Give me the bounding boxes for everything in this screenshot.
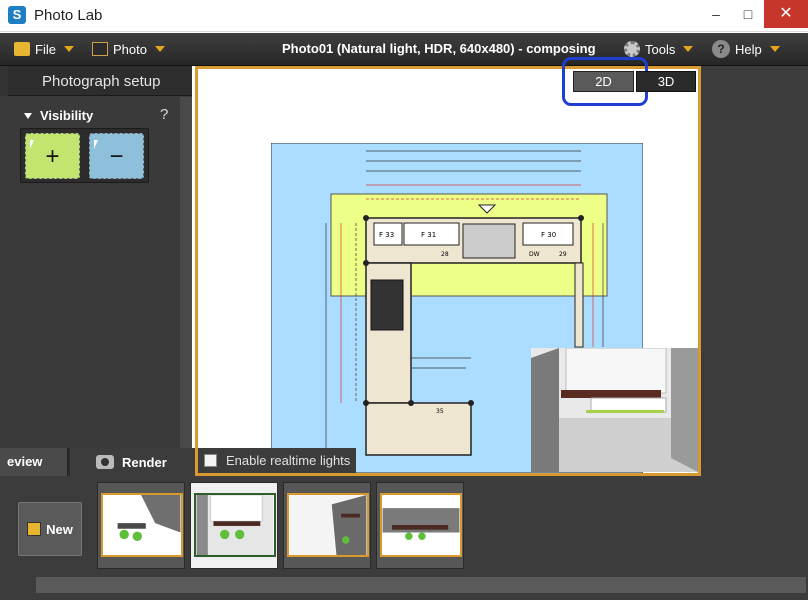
cursor-icon (30, 140, 34, 149)
help-icon: ? (712, 40, 730, 58)
render-label: Render (122, 454, 167, 470)
plus-label: + (45, 143, 60, 170)
view-3d-button[interactable]: 3D (636, 71, 696, 92)
app-title: Photo Lab (34, 7, 103, 24)
dropdown-arrow-icon (769, 46, 780, 52)
thumbnail-image (380, 493, 462, 557)
new-photo-button[interactable]: New (18, 502, 82, 556)
folder-icon (14, 42, 30, 56)
visibility-tools: + − (20, 128, 149, 183)
photo-strip-scrollbar[interactable] (36, 577, 806, 593)
bottom-counter (365, 402, 472, 456)
photo-thumbnail-3[interactable] (283, 482, 371, 569)
view-2d-button[interactable]: 2D (573, 71, 634, 92)
thumbnail-image (101, 493, 183, 557)
panel-title: Photograph setup (42, 73, 161, 90)
visibility-label: Visibility (40, 108, 94, 123)
label-29: 29 (559, 251, 567, 258)
close-button[interactable]: ✕ (764, 0, 808, 28)
left-panel-scrollbar[interactable] (180, 97, 192, 448)
realtime-lights-label: Enable realtime lights (226, 453, 351, 468)
realtime-lights-toggle[interactable]: Enable realtime lights (198, 448, 356, 473)
photo-menu[interactable]: Photo (92, 33, 165, 65)
collapse-triangle-icon (24, 112, 32, 119)
tab-render[interactable]: Render (70, 448, 196, 476)
film-icon (92, 42, 108, 56)
show-button[interactable]: + (25, 133, 80, 179)
new-label: New (46, 521, 73, 537)
dropdown-arrow-icon (63, 46, 74, 52)
minimize-button[interactable]: – (700, 0, 732, 28)
right-wall (574, 262, 584, 348)
help-menu-label: Help (735, 41, 762, 57)
left-tab-bar: eview Render (0, 448, 196, 476)
thumbnail-image (194, 493, 276, 557)
photo-thumbnail-1[interactable] (97, 482, 185, 569)
visibility-help-icon[interactable]: ? (160, 106, 168, 123)
cursor-icon (94, 140, 98, 149)
label-f33: F 33 (379, 231, 394, 239)
label-f30: F 30 (541, 231, 556, 239)
label-28: 28 (441, 251, 449, 258)
tools-menu-label: Tools (645, 41, 676, 57)
visibility-header[interactable]: Visibility (24, 108, 93, 123)
tab-preview[interactable]: eview (0, 448, 68, 476)
realtime-lights-checkbox[interactable] (204, 454, 217, 467)
label-dw: DW (529, 251, 540, 258)
panel-edge (0, 66, 8, 96)
left-panel: Photograph setup Visibility ? + − (0, 66, 192, 476)
camera-icon (96, 455, 114, 469)
document-title: Photo01 (Natural light, HDR, 640x480) - … (282, 41, 596, 56)
file-menu-label: File (35, 41, 56, 57)
title-bar: S Photo Lab – □ ✕ (0, 0, 808, 32)
document-name: Photo01 (Natural light, HDR, 640x480) (282, 41, 515, 56)
sink (462, 223, 516, 259)
new-photo-icon (27, 522, 42, 536)
right-margin (701, 66, 808, 476)
label-f31: F 31 (421, 231, 436, 239)
thumbnail-image (287, 493, 369, 557)
gear-icon (624, 41, 640, 57)
photo-thumbnail-4[interactable] (376, 482, 464, 569)
maximize-button[interactable]: □ (732, 0, 764, 28)
minus-label: − (109, 143, 124, 170)
dropdown-arrow-icon (154, 46, 165, 52)
photo-thumbnail-2[interactable] (190, 482, 278, 569)
document-status: - composing (518, 41, 596, 56)
menu-bar: File Photo Photo01 (Natural light, HDR, … (0, 33, 808, 66)
panel-header: Photograph setup (8, 66, 192, 96)
file-menu[interactable]: File (14, 33, 74, 65)
help-menu[interactable]: ? Help (712, 33, 780, 65)
cooktop (370, 279, 404, 331)
render-preview-thumbnail[interactable] (531, 348, 698, 472)
label-35: 35 (436, 408, 444, 415)
hide-button[interactable]: − (89, 133, 144, 179)
app-logo-icon: S (8, 6, 26, 24)
dropdown-arrow-icon (683, 46, 694, 52)
photo-menu-label: Photo (113, 41, 147, 57)
